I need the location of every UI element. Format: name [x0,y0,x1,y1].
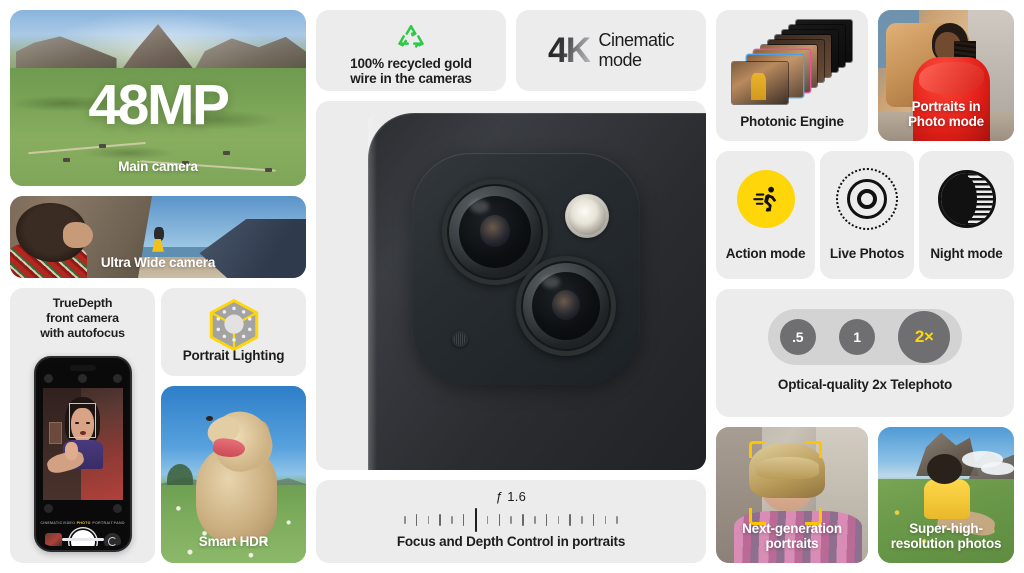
camera-mode-cinematic[interactable]: CINEMATIC [40,520,62,524]
card-ultra-wide-camera[interactable]: Ultra Wide camera [10,196,306,278]
card-cinematic-mode[interactable]: 4K Cinematic mode [516,10,706,91]
dynamic-island [69,365,96,371]
night-mode-moon-icon [937,170,996,228]
camera-app-screen: CINEMATIC VIDEO PHOTO PORTRAIT PANO [38,362,127,546]
card-photonic-engine[interactable]: Photonic Engine [716,10,868,141]
truedepth-title-line3: with autofocus [40,325,125,340]
super-high-res-caption: Super-high- resolution photos [878,521,1014,551]
card-night-mode[interactable]: Night mode [919,151,1014,279]
main-camera-caption: Main camera [118,158,198,174]
next-generation-line2: portraits [765,535,819,551]
camera-mode-photo[interactable]: PHOTO [77,520,91,524]
zoom-selector[interactable]: .5 1 2× [768,309,962,365]
portraits-caption-line2: Photo mode [908,113,984,129]
running-person-icon [736,170,795,228]
super-high-res-line1: Super-high- [909,520,983,536]
aperture-slider[interactable] [316,508,706,532]
recycled-gold-line1: 100% recycled gold [350,56,472,71]
photonic-engine-caption: Photonic Engine [740,113,844,129]
truedepth-title-line2: front camera [46,310,119,325]
cinematic-resolution: 4K [547,31,591,70]
portrait-focus-bracket [749,440,823,525]
card-camera-module[interactable] [316,101,706,470]
home-indicator [61,538,104,541]
card-live-photos[interactable]: Live Photos [820,151,914,279]
aperture-value: ƒ 1.6 [495,489,527,504]
microphone [452,331,468,347]
camera-mode-portrait[interactable]: PORTRAIT [92,520,113,524]
portraits-photo-mode-caption: Portraits in Photo mode [878,99,1014,129]
live-photos-label: Live Photos [829,245,905,261]
camera-mode-video[interactable]: VIDEO [63,520,76,524]
ultra-wide-caption: Ultra Wide camera [100,254,216,270]
card-optical-telephoto[interactable]: .5 1 2× Optical-quality 2x Telephoto [716,289,1014,417]
action-mode-label: Action mode [725,245,806,261]
stacked-photo-frames [726,20,858,106]
zoom-option-one[interactable]: 1 [838,319,875,355]
cinematic-label-line2: mode [598,49,643,70]
autofocus-box [68,402,97,439]
card-focus-depth-control[interactable]: ƒ 1.6 Focus and Depth Control in portrai… [316,480,706,563]
card-portrait-lighting[interactable]: Portrait Lighting [161,288,306,376]
telephoto-caption: Optical-quality 2x Telephoto [777,377,953,392]
camera-top-controls[interactable] [43,374,122,384]
smart-hdr-caption: Smart HDR [198,533,269,549]
card-next-generation-portraits[interactable]: Next-generation portraits [716,427,868,563]
flip-camera-button[interactable] [103,533,121,546]
selfie-preview [42,388,123,500]
camera-mode-pano[interactable]: PANO [114,520,125,524]
zoom-option-two-x[interactable]: 2× [898,311,951,363]
card-smart-hdr[interactable]: Smart HDR [161,386,306,563]
next-generation-caption: Next-generation portraits [716,521,868,551]
focus-depth-caption: Focus and Depth Control in portraits [396,534,626,549]
camera-bottom-controls[interactable] [43,504,122,514]
true-tone-flash [565,194,609,238]
portraits-caption-line1: Portraits in [911,98,981,114]
camera-mode-selector[interactable]: CINEMATIC VIDEO PHOTO PORTRAIT PANO [40,518,125,527]
next-generation-line1: Next-generation [742,520,842,536]
photo-library-thumbnail[interactable] [44,533,62,546]
iphone-rear-camera-module [316,101,706,470]
cinematic-label-line1: Cinematic [598,30,675,51]
card-super-high-resolution[interactable]: Super-high- resolution photos [878,427,1014,563]
portrait-lighting-caption: Portrait Lighting [182,347,285,363]
super-high-res-line2: resolution photos [890,535,1002,551]
card-portraits-photo-mode[interactable]: Portraits in Photo mode [878,10,1014,141]
truedepth-title: TrueDepth front camera with autofocus [10,296,155,341]
live-photos-icon [836,168,898,230]
card-truedepth-front-camera[interactable]: TrueDepth front camera with autofocus CI… [10,288,155,563]
main-camera-headline: 48MP [88,72,230,137]
recycled-gold-caption: 100% recycled gold wire in the cameras [316,56,506,86]
cinematic-label: Cinematic mode [598,30,675,70]
recycled-gold-line2: wire in the cameras [350,71,472,87]
zoom-option-half[interactable]: .5 [779,319,816,355]
card-recycled-gold[interactable]: 100% recycled gold wire in the cameras [316,10,506,91]
ultra-wide-lens [516,256,616,356]
iphone-mockup: CINEMATIC VIDEO PHOTO PORTRAIT PANO [33,356,132,552]
card-action-mode[interactable]: Action mode [716,151,815,279]
aperture-slider-handle[interactable] [474,508,477,532]
truedepth-title-line1: TrueDepth [52,296,113,310]
feature-grid: 48MP Main camera Ultra Wide camera TrueD… [0,0,1024,573]
card-main-camera[interactable]: 48MP Main camera [10,10,306,186]
recycle-icon [396,21,427,57]
night-mode-label: Night mode [930,245,1003,261]
